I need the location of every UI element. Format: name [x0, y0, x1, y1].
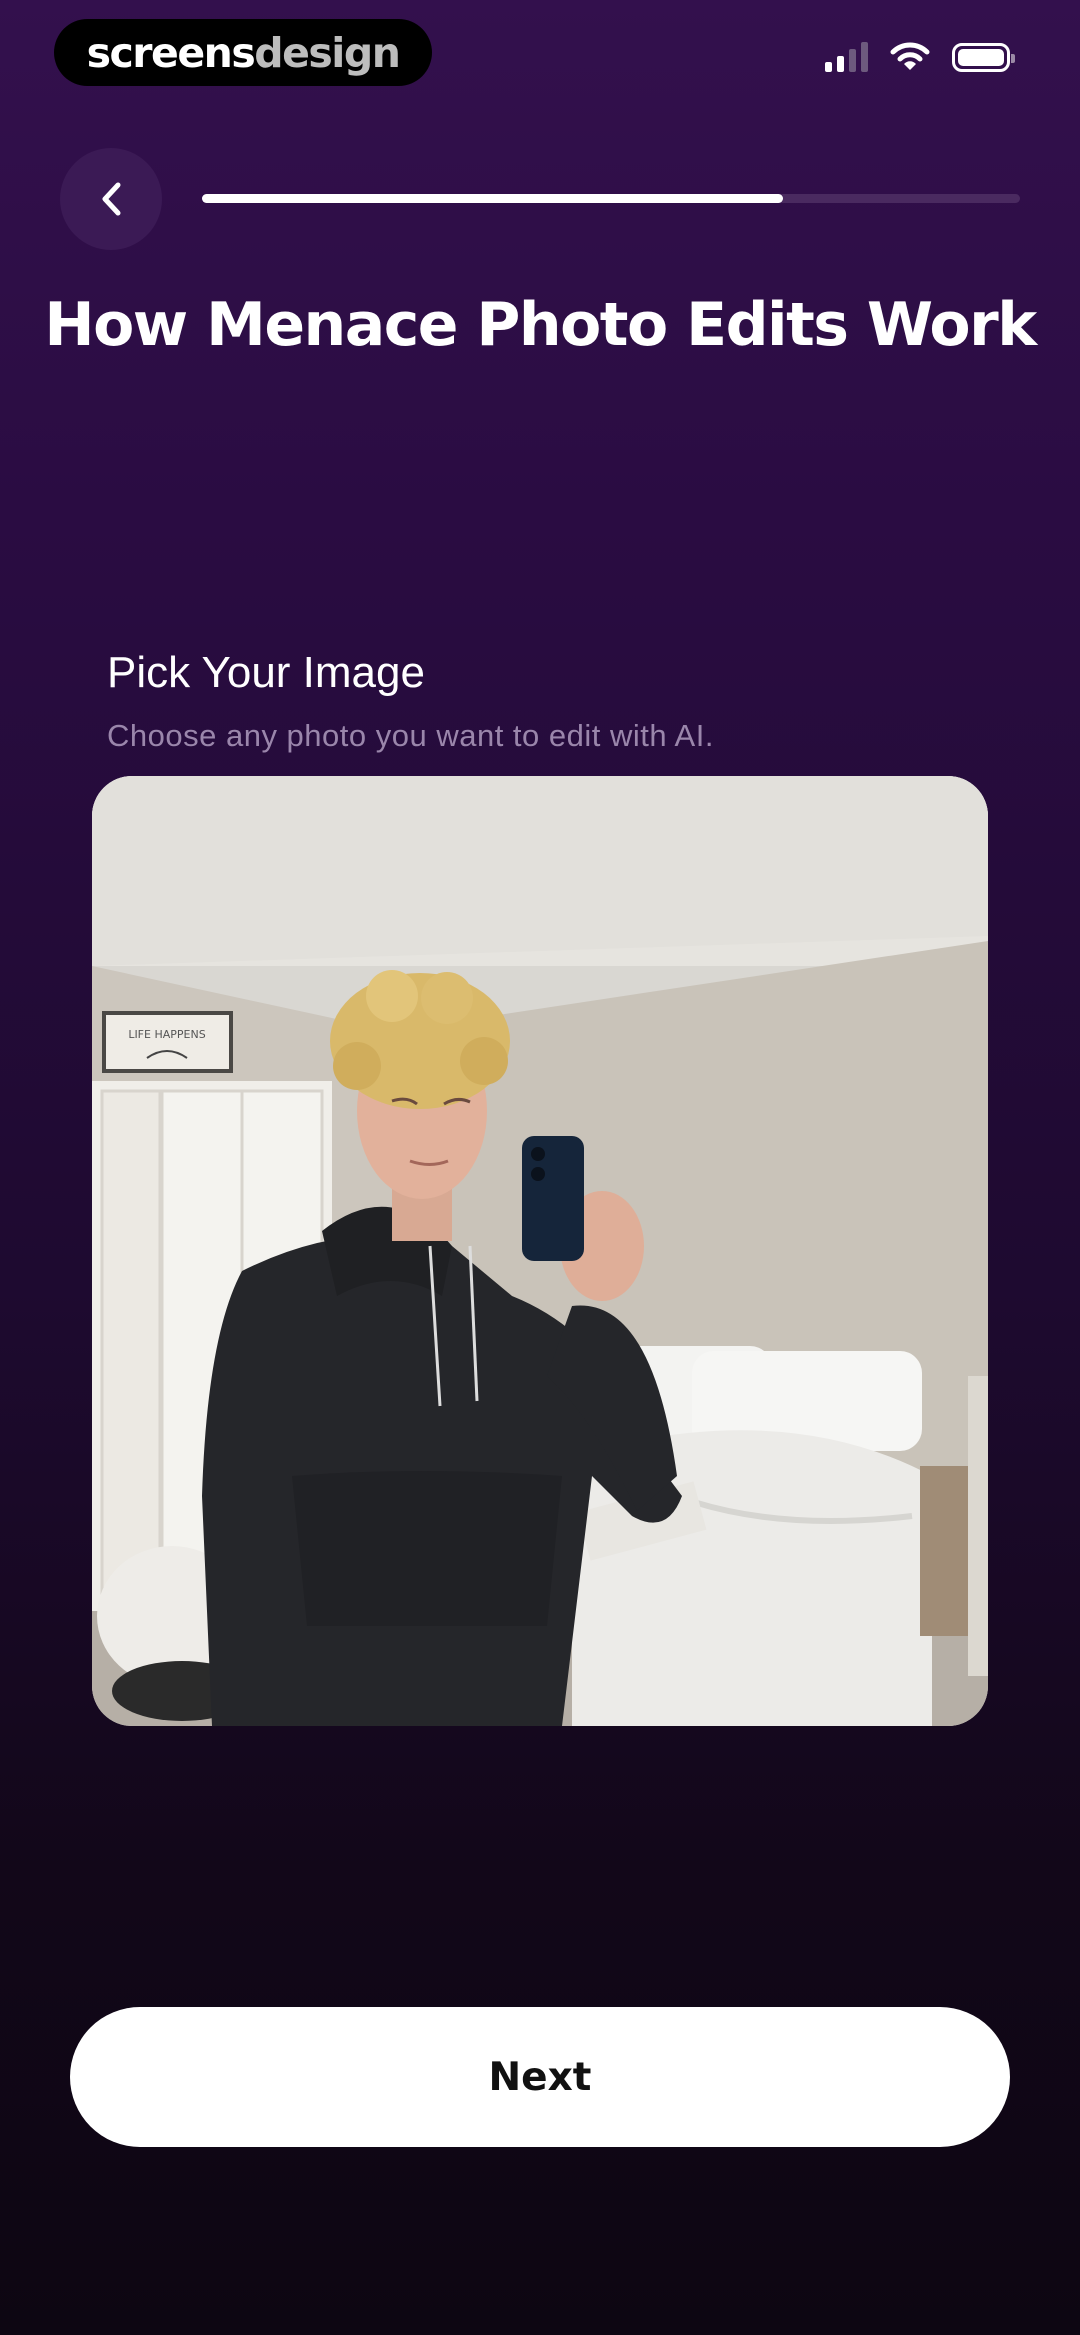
wall-sign-text: LIFE HAPPENS: [128, 1028, 205, 1041]
wifi-icon: [890, 42, 930, 70]
progress-bar: [202, 194, 1020, 203]
screensdesign-logo: screens design: [54, 19, 432, 86]
page-title: How Menace Photo Edits Work: [44, 290, 1037, 360]
sample-photo: LIFE HAPPENS: [92, 776, 988, 1726]
chevron-left-icon: [102, 182, 121, 216]
brand-text-screens: screens: [86, 28, 256, 77]
step-description: Choose any photo you want to edit with A…: [107, 718, 714, 753]
step-title: Pick Your Image: [107, 648, 425, 697]
status-icons: [825, 42, 1015, 72]
signal-icon: [825, 42, 868, 72]
progress-fill: [202, 194, 783, 203]
back-button[interactable]: [60, 148, 162, 250]
battery-icon: [952, 42, 1015, 72]
next-button[interactable]: Next: [70, 2007, 1010, 2147]
brand-text-design: design: [254, 28, 401, 77]
